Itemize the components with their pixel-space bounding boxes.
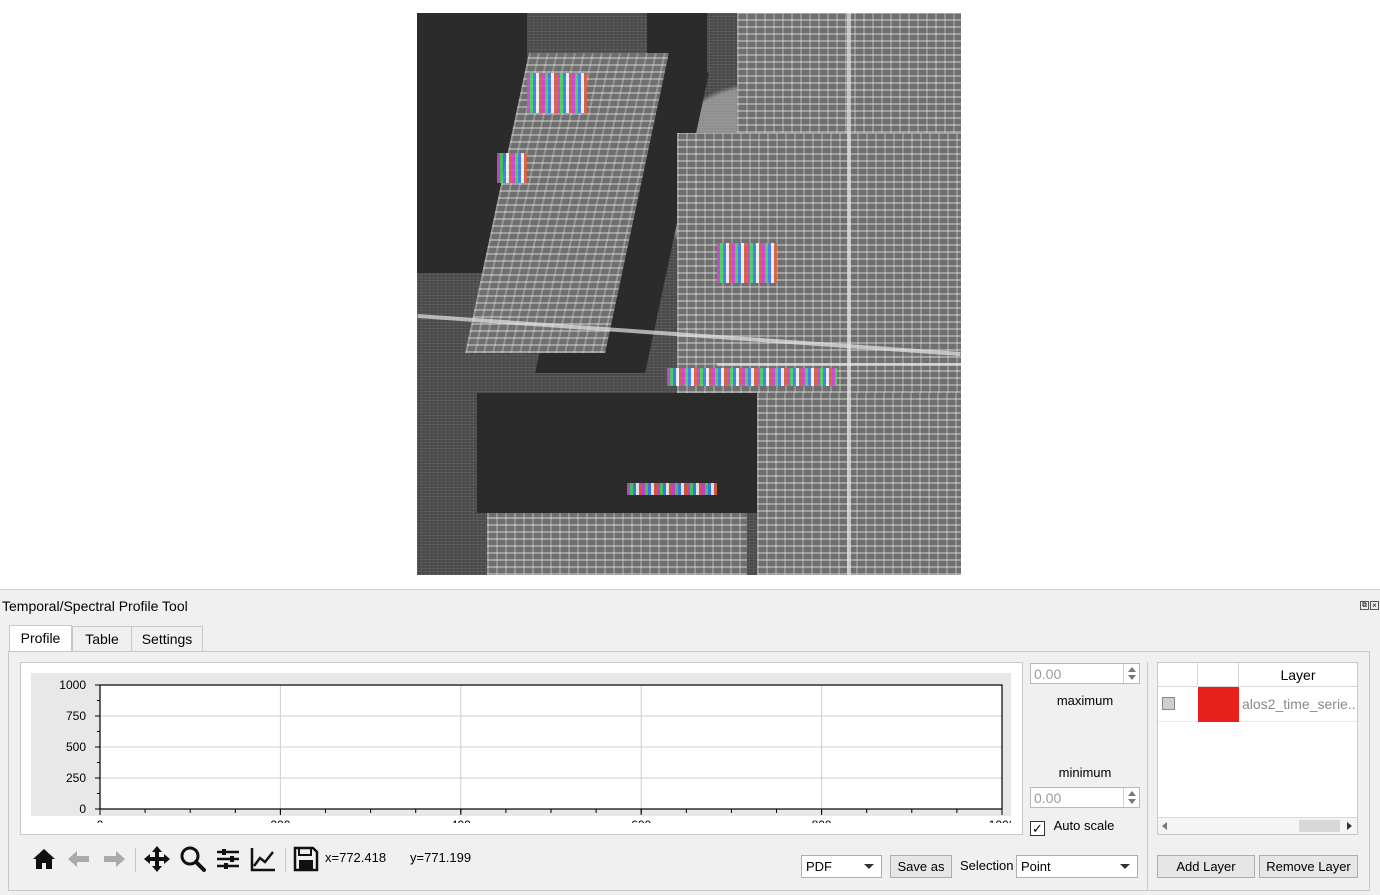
table-row[interactable]: alos2_time_serie... (1158, 687, 1357, 722)
x-tick-label: 600 (631, 818, 651, 823)
selection-mode-select[interactable]: Point (1016, 855, 1138, 878)
profile-tool-dock: Temporal/Spectral Profile Tool ⧉ × Profi… (0, 590, 1380, 895)
profile-plot[interactable]: 1000 750 500 250 0 0 200 400 600 800 1000 (31, 673, 1011, 823)
save-icon[interactable] (291, 844, 321, 874)
maximum-label: maximum (1056, 693, 1114, 708)
tab-settings-label: Settings (141, 631, 193, 647)
spin-up-icon[interactable] (1128, 667, 1136, 672)
tab-profile[interactable]: Profile (9, 625, 72, 652)
toolbar-separator (285, 848, 286, 872)
zoom-icon[interactable] (178, 844, 208, 874)
y-tick-label: 0 (79, 802, 86, 816)
sar-raster-image[interactable] (417, 13, 961, 575)
layer-column-header[interactable]: Layer (1239, 663, 1357, 687)
minimum-label: minimum (1058, 765, 1112, 780)
x-tick-label: 400 (451, 818, 471, 823)
check-icon: ✓ (1030, 821, 1045, 836)
spin-down-icon[interactable] (1128, 675, 1136, 680)
selection-mode-value: Point (1021, 859, 1051, 874)
autoscale-label: Auto scale (1053, 818, 1115, 833)
x-tick-label: 1000 (989, 818, 1011, 823)
x-tick-label: 800 (812, 818, 832, 823)
minimum-spinbox[interactable]: 0.00 (1030, 787, 1140, 808)
cursor-x-readout: x=772.418 (325, 850, 387, 865)
chevron-down-icon (864, 864, 874, 869)
configure-subplots-icon[interactable] (213, 844, 243, 874)
layer-table-header: Layer (1158, 663, 1357, 687)
layer-table[interactable]: Layer alos2_time_serie... (1157, 662, 1358, 835)
layer-color-swatch[interactable] (1198, 687, 1239, 722)
float-icon[interactable]: ⧉ (1360, 601, 1369, 610)
autoscale-checkbox[interactable]: ✓ Auto scale (1030, 818, 1114, 836)
dock-title: Temporal/Spectral Profile Tool (2, 598, 188, 614)
scroll-left-icon[interactable] (1162, 822, 1167, 830)
x-tick-label: 200 (270, 818, 290, 823)
edit-axis-icon[interactable] (248, 844, 278, 874)
scrollbar-thumb[interactable] (1299, 820, 1340, 832)
y-tick-label: 1000 (59, 678, 86, 692)
remove-layer-button[interactable]: Remove Layer (1259, 855, 1358, 878)
horizontal-scrollbar[interactable] (1158, 817, 1357, 834)
toolbar-separator (135, 848, 136, 872)
tab-settings[interactable]: Settings (131, 626, 203, 652)
tab-table[interactable]: Table (72, 626, 132, 652)
forward-arrow-icon[interactable] (99, 844, 129, 874)
layer-visibility-checkbox[interactable] (1162, 697, 1175, 710)
export-format-value: PDF (806, 859, 832, 874)
cursor-y-readout: y=771.199 (410, 850, 472, 865)
add-layer-button[interactable]: Add Layer (1157, 855, 1255, 878)
tab-profile-label: Profile (20, 630, 61, 646)
minimum-value: 0.00 (1034, 790, 1062, 806)
selection-label: Selection (960, 858, 1014, 873)
export-format-select[interactable]: PDF (801, 855, 882, 878)
maximum-spinbox[interactable]: 0.00 (1030, 663, 1140, 684)
chevron-down-icon (1120, 864, 1130, 869)
pan-icon[interactable] (142, 844, 172, 874)
y-tick-label: 250 (66, 771, 86, 785)
y-tick-label: 500 (66, 740, 86, 754)
back-arrow-icon[interactable] (64, 844, 94, 874)
spin-down-icon[interactable] (1128, 799, 1136, 804)
maximum-value: 0.00 (1034, 666, 1062, 682)
spin-up-icon[interactable] (1128, 791, 1136, 796)
save-as-button[interactable]: Save as (890, 855, 952, 878)
close-icon[interactable]: × (1370, 601, 1379, 610)
x-tick-label: 0 (97, 818, 104, 823)
layer-name: alos2_time_serie... (1242, 696, 1355, 712)
panel-divider (1147, 662, 1148, 890)
map-canvas[interactable] (0, 0, 1380, 590)
home-icon[interactable] (29, 844, 59, 874)
y-tick-label: 750 (66, 709, 86, 723)
tab-table-label: Table (85, 631, 119, 647)
scroll-right-icon[interactable] (1347, 822, 1352, 830)
